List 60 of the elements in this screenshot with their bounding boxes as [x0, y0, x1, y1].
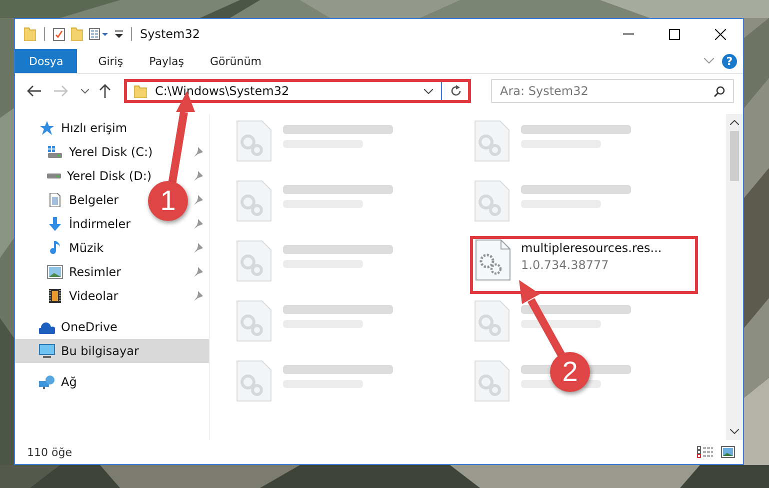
nav-item[interactable]: Belgeler: [15, 188, 123, 212]
folder-icon: [134, 84, 147, 98]
details-view-icon[interactable]: [697, 446, 713, 458]
maximize-icon[interactable]: [668, 28, 680, 40]
pin-icon[interactable]: [193, 147, 203, 157]
recent-locations-icon[interactable]: [81, 88, 89, 94]
nav-item[interactable]: Bu bilgisayar: [15, 339, 209, 363]
pin-icon[interactable]: [193, 195, 203, 205]
nav-icon: [39, 344, 55, 358]
nav-icon: [47, 289, 63, 303]
help-button[interactable]: ?: [722, 54, 737, 68]
item-count: 110 öğe: [27, 446, 72, 458]
properties-icon[interactable]: [53, 27, 65, 41]
expand-ribbon-icon[interactable]: [704, 58, 714, 64]
minimize-icon[interactable]: [622, 33, 634, 35]
nav-item[interactable]: Hızlı erişim: [15, 116, 132, 140]
nav-icon: [39, 375, 55, 389]
nav-item[interactable]: İndirmeler: [15, 212, 135, 236]
customize-toolbar-icon[interactable]: [115, 29, 123, 39]
pin-icon[interactable]: [193, 171, 203, 181]
pin-icon[interactable]: [193, 267, 203, 277]
pin-icon[interactable]: [193, 243, 203, 253]
nav-icon: [47, 217, 63, 231]
ribbon-tab[interactable]: Giriş: [85, 49, 136, 73]
scroll-down-icon[interactable]: [730, 429, 739, 434]
nav-item[interactable]: Müzik: [15, 236, 108, 260]
vertical-scrollbar[interactable]: [726, 114, 743, 440]
search-field[interactable]: Ara: System32: [491, 79, 734, 103]
pin-icon[interactable]: [193, 219, 203, 229]
dropdown-icon[interactable]: [424, 88, 433, 94]
address-bar[interactable]: C:\Windows\System32: [124, 79, 471, 103]
nav-icon: [47, 145, 63, 159]
nav-item[interactable]: Yerel Disk (C:): [15, 140, 157, 164]
nav-icon: [47, 173, 61, 179]
nav-item[interactable]: Videolar: [15, 284, 122, 308]
nav-item[interactable]: OneDrive: [15, 315, 122, 339]
file-name: multipleresources.res...: [521, 241, 662, 255]
ribbon-tab[interactable]: Paylaş: [136, 49, 197, 73]
scroll-up-icon[interactable]: [730, 120, 739, 125]
settings-file-icon: [475, 239, 511, 281]
large-icons-view-icon[interactable]: [721, 446, 735, 458]
scroll-thumb[interactable]: [730, 131, 739, 181]
ribbon-tab[interactable]: Görünüm: [197, 49, 274, 73]
up-arrow-icon[interactable]: [99, 84, 111, 98]
nav-icon: [39, 121, 55, 135]
window-title: System32: [140, 27, 200, 41]
nav-icon: [47, 193, 63, 207]
nav-icon: [47, 265, 63, 279]
nav-icon: [47, 241, 63, 255]
nav-icon: [39, 320, 55, 334]
file-version: 1.0.734.38777: [521, 258, 610, 272]
nav-item[interactable]: Resimler: [15, 260, 126, 284]
pin-icon[interactable]: [193, 291, 203, 301]
file-item[interactable]: multipleresources.res... 1.0.734.38777: [470, 236, 698, 294]
view-options-icon[interactable]: [89, 27, 109, 41]
nav-item[interactable]: Ağ: [15, 370, 81, 394]
refresh-icon[interactable]: [450, 85, 462, 97]
back-arrow-icon[interactable]: [27, 85, 41, 97]
close-icon[interactable]: [714, 28, 726, 40]
address-path: C:\Windows\System32: [155, 84, 290, 98]
